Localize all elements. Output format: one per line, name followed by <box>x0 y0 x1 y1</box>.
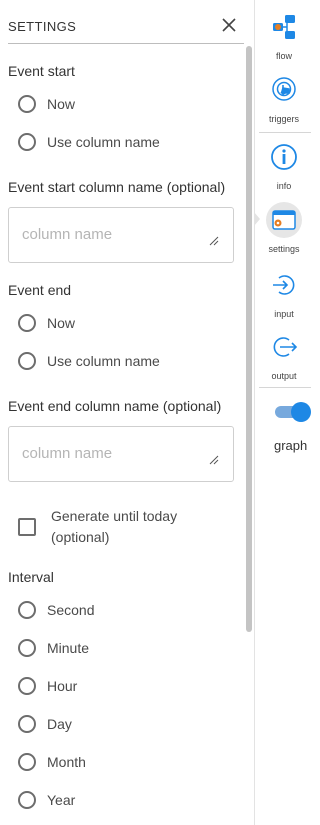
interval-minute-radio[interactable]: Minute <box>18 637 89 659</box>
interval-second-radio[interactable]: Second <box>18 599 94 621</box>
radio-label: Now <box>47 315 76 331</box>
event-start-use-column-radio[interactable]: Use column name <box>18 131 160 153</box>
radio-label: Year <box>47 792 76 808</box>
radio-label: Day <box>47 716 72 732</box>
interval-hour-radio[interactable]: Hour <box>18 675 77 697</box>
checkbox-label: Generate until today (optional) <box>51 508 178 545</box>
radio-button[interactable] <box>18 352 36 370</box>
radio-label: Use column name <box>47 134 160 150</box>
panel-header: SETTINGS <box>8 0 244 44</box>
radio-button[interactable] <box>18 95 36 113</box>
graph-label: graph <box>274 438 308 453</box>
radio-label: Now <box>47 96 76 112</box>
event-end-use-column-radio[interactable]: Use column name <box>18 350 160 372</box>
scrollbar-thumb[interactable] <box>246 46 252 632</box>
event-end-column-label: Event end column name (optional) <box>8 398 222 414</box>
rail-item-output[interactable]: output <box>255 333 313 381</box>
radio-button[interactable] <box>18 133 36 151</box>
rail-item-settings[interactable]: settings <box>255 202 313 254</box>
rail-divider <box>259 132 311 133</box>
radio-button[interactable] <box>18 677 36 695</box>
info-icon <box>271 144 297 170</box>
radio-button[interactable] <box>18 753 36 771</box>
rail-label: triggers <box>268 114 299 124</box>
event-start-column-label: Event start column name (optional) <box>8 179 226 195</box>
radio-button[interactable] <box>18 314 36 332</box>
event-end-label: Event end <box>8 282 72 298</box>
interval-month-radio[interactable]: Month <box>18 751 86 773</box>
resize-grip-icon[interactable] <box>209 455 219 465</box>
input-icon <box>273 275 295 295</box>
panel-title: SETTINGS <box>8 19 77 34</box>
rail-divider <box>259 387 311 388</box>
rail-label: input <box>274 309 294 319</box>
interval-year-radio[interactable]: Year <box>18 789 75 811</box>
rail-item-input[interactable]: input <box>255 271 313 319</box>
event-start-label: Event start <box>8 63 75 79</box>
radio-button[interactable] <box>18 601 36 619</box>
close-icon[interactable] <box>221 17 237 33</box>
interval-day-radio[interactable]: Day <box>18 713 72 735</box>
rail-label: flow <box>275 51 292 61</box>
generate-until-today-checkbox[interactable] <box>18 518 36 536</box>
triggers-icon <box>272 77 296 101</box>
graph-toggle[interactable] <box>275 402 311 422</box>
event-start-now-radio[interactable]: Now <box>18 93 75 115</box>
resize-grip-icon[interactable] <box>209 236 219 246</box>
rail-label: info <box>276 181 292 191</box>
settings-panel: SETTINGS Event start Now Use column name… <box>0 0 254 825</box>
radio-button[interactable] <box>18 715 36 733</box>
side-rail: flow triggers info settings input output… <box>254 0 313 825</box>
rail-label: settings <box>268 244 300 254</box>
radio-label: Minute <box>47 640 90 656</box>
flow-icon <box>273 15 295 39</box>
radio-label: Second <box>47 602 95 618</box>
input-placeholder: column name <box>22 445 113 462</box>
event-end-column-input[interactable]: column name <box>8 426 234 482</box>
event-end-now-radio[interactable]: Now <box>18 312 75 334</box>
output-icon <box>273 337 298 357</box>
radio-button[interactable] <box>18 791 36 809</box>
radio-label: Month <box>47 754 86 770</box>
input-placeholder: column name <box>22 226 113 243</box>
settings-icon <box>272 210 296 230</box>
radio-button[interactable] <box>18 639 36 657</box>
radio-label: Use column name <box>47 353 160 369</box>
interval-label: Interval <box>8 569 54 585</box>
rail-item-flow[interactable]: flow <box>255 13 313 61</box>
radio-label: Hour <box>47 678 78 694</box>
rail-label: output <box>271 371 297 381</box>
toggle-knob <box>291 402 311 422</box>
event-start-column-input[interactable]: column name <box>8 207 234 263</box>
rail-item-info[interactable]: info <box>255 143 313 191</box>
rail-item-triggers[interactable]: triggers <box>255 76 313 124</box>
